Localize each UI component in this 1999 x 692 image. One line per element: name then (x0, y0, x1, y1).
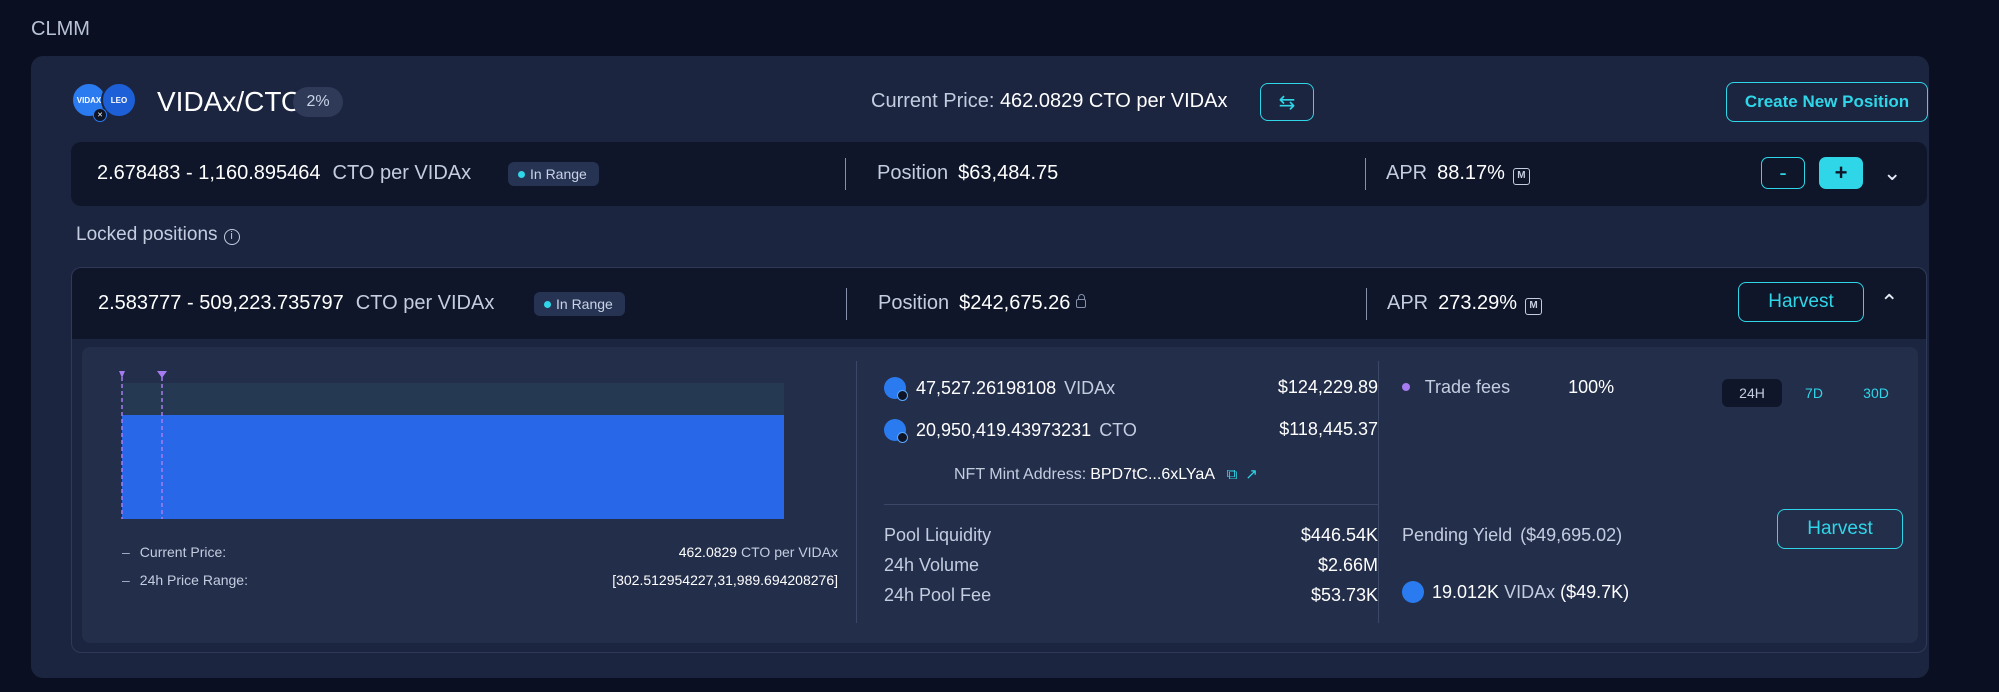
chevron-up-icon[interactable]: ⌃ (1880, 290, 1898, 316)
copy-icon[interactable]: ⧉ (1227, 466, 1238, 483)
min-price-marker (119, 371, 125, 378)
current-price-marker (157, 371, 167, 378)
chart-price-range: –24h Price Range: [302.512954227,31,989.… (122, 572, 838, 588)
position-value: Position $63,484.75 (877, 162, 1059, 184)
pending-yield: Pending Yield ($49,695.02) (1402, 525, 1623, 545)
current-price-value: 462.0829 CTO per VIDAx (999, 90, 1228, 112)
cto-token-icon (884, 419, 908, 443)
chart-current-price: – Current Price: 462.0829 CTO per VIDAx (122, 544, 838, 560)
tab-24h[interactable]: 24H (1722, 379, 1782, 407)
pool-header: VIDAX LEO ✕ VIDAx/CTO 2% Current Price: … (31, 56, 1929, 144)
range-band (122, 383, 784, 415)
locked-positions-label: Locked positions i (76, 224, 240, 246)
harvest-yield-button[interactable]: Harvest (1777, 509, 1903, 549)
divider (845, 158, 846, 190)
24h-volume: 24h Volume $2.66M (884, 555, 1378, 575)
chevron-down-icon[interactable]: ⌄ (1883, 160, 1901, 186)
tab-7d[interactable]: 7D (1784, 379, 1844, 407)
status-badge: In Range (534, 292, 625, 316)
add-liquidity-button[interactable]: + (1819, 157, 1863, 189)
nft-mint-address: NFT Mint Address: BPD7tC...6xLYaA ⧉ ↗ (954, 465, 1258, 483)
token-amount-row: 20,950,419.43973231 CTO $118,445.37 (884, 419, 1378, 443)
apr-value: APR 273.29% M (1387, 292, 1543, 315)
liquidity-bar (122, 415, 784, 519)
divider (884, 504, 1378, 505)
position-details: – Current Price: 462.0829 CTO per VIDAx –… (71, 339, 1927, 653)
harvest-button[interactable]: Harvest (1738, 282, 1864, 322)
section-label: CLMM (31, 18, 90, 40)
decrease-liquidity-button[interactable]: - (1761, 157, 1805, 189)
locked-position-row[interactable]: 2.583777 - 509,223.735797 CTO per VIDAx I… (71, 267, 1927, 339)
divider (1378, 361, 1379, 623)
vidax-token-icon (884, 377, 908, 401)
token-amount-row: 47,527.26198108 VIDAx $124,229.89 (884, 377, 1378, 401)
position-value: Position $242,675.26 (878, 292, 1087, 315)
pair-name: VIDAx/CTO (157, 86, 303, 117)
swap-icon: ⇆ (1278, 91, 1296, 114)
current-price: Current Price: 462.0829 CTO per VIDAx (871, 90, 1228, 112)
swap-direction-button[interactable]: ⇆ (1260, 83, 1314, 121)
position-row[interactable]: 2.678483 - 1,160.895464 CTO per VIDAx In … (71, 142, 1927, 206)
lock-icon (1076, 294, 1087, 308)
tab-30d[interactable]: 30D (1846, 379, 1906, 407)
liquidity-chart (119, 371, 784, 519)
info-icon[interactable]: i (223, 229, 240, 245)
divider (1366, 288, 1367, 320)
period-tabs: 24H 7D 30D (1722, 379, 1906, 407)
price-range: 2.678483 - 1,160.895464 CTO per VIDAx (97, 162, 472, 184)
details-panel: – Current Price: 462.0829 CTO per VIDAx –… (82, 347, 1918, 643)
mining-icon[interactable]: M (1525, 298, 1543, 315)
pair-logos: VIDAX LEO ✕ (71, 82, 143, 124)
external-link-icon[interactable]: ↗ (1245, 465, 1258, 483)
create-new-position-button[interactable]: Create New Position (1726, 82, 1928, 122)
status-badge: In Range (508, 162, 599, 186)
yield-amount: 19.012K VIDAx ($49.7K) (1402, 581, 1629, 603)
fee-badge: 2% (293, 87, 343, 117)
divider (846, 288, 847, 320)
mining-icon[interactable]: M (1512, 168, 1530, 185)
vidax-token-icon (1402, 581, 1424, 603)
price-range: 2.583777 - 509,223.735797 CTO per VIDAx (98, 292, 495, 314)
24h-pool-fee: 24h Pool Fee $53.73K (884, 585, 1378, 605)
divider (1365, 158, 1366, 190)
chain-badge-icon: ✕ (93, 108, 107, 122)
divider (856, 361, 857, 623)
pool-card: VIDAX LEO ✕ VIDAx/CTO 2% Current Price: … (31, 56, 1929, 678)
pool-liquidity: Pool Liquidity $446.54K (884, 525, 1378, 545)
apr-value: APR 88.17% M (1386, 162, 1530, 185)
trade-fees: Trade fees 100% (1402, 377, 1614, 398)
